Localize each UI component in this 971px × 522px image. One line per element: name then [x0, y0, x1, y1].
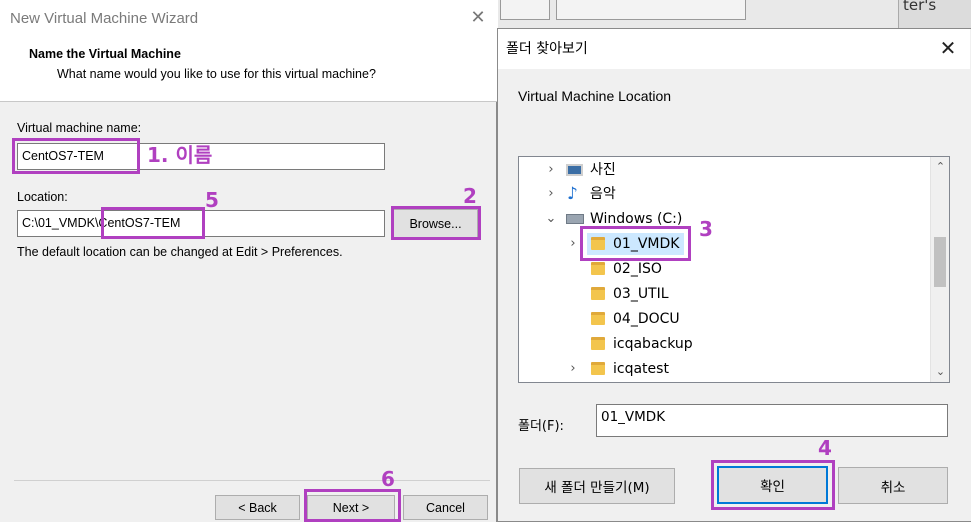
scroll-down-icon[interactable]: ⌄	[931, 365, 949, 378]
tree-item-label: 음악	[590, 186, 616, 202]
scroll-thumb[interactable]	[934, 237, 946, 287]
footer-divider	[14, 480, 490, 481]
highlight-box-location	[101, 207, 205, 239]
dialog-title: 폴더 찾아보기	[506, 41, 588, 57]
tree-item-label: 04_DOCU	[613, 311, 680, 327]
picture-icon	[566, 164, 583, 176]
back-button[interactable]: < Back	[215, 495, 300, 520]
new-folder-button[interactable]: 새 폴더 만들기(M)	[519, 468, 675, 504]
folder-icon	[591, 262, 605, 275]
tree-item-03-util[interactable]: 03_UTIL	[519, 282, 929, 306]
music-icon: ♪	[567, 184, 578, 204]
expand-arrow-icon[interactable]: ›	[565, 357, 581, 381]
highlight-box-vm-name	[12, 138, 140, 174]
annotation-6: 6	[381, 467, 395, 491]
location-label: Location:	[17, 190, 68, 204]
folder-icon	[591, 287, 605, 300]
folder-icon	[591, 362, 605, 375]
collapse-arrow-icon[interactable]: ⌄	[543, 207, 559, 231]
highlight-box-next	[304, 489, 401, 522]
page-heading: Name the Virtual Machine	[29, 47, 181, 61]
expand-arrow-icon[interactable]: ›	[565, 232, 581, 256]
dialog-close-icon[interactable]: ✕	[936, 36, 960, 60]
annotation-5: 5	[205, 188, 219, 212]
tree-item-pictures[interactable]: › 사진	[519, 158, 929, 182]
page-subheading: What name would you like to use for this…	[57, 67, 376, 81]
folder-icon	[591, 312, 605, 325]
tree-item-icqatest[interactable]: › icqatest	[519, 357, 929, 381]
highlight-box-01-vmdk	[580, 226, 691, 261]
tree-item-label: icqatest	[613, 361, 669, 377]
tree-item-label: 사진	[590, 162, 616, 178]
tree-item-music[interactable]: › ♪ 음악	[519, 182, 929, 206]
highlight-box-ok	[711, 460, 835, 510]
default-location-note: The default location can be changed at E…	[17, 245, 343, 259]
expand-arrow-icon[interactable]: ›	[543, 158, 559, 182]
folder-input[interactable]: 01_VMDK	[596, 404, 948, 437]
cancel-button[interactable]: Cancel	[403, 495, 488, 520]
tree-scrollbar[interactable]: ⌃ ⌄	[930, 157, 949, 382]
highlight-box-browse	[391, 206, 481, 240]
folder-label: 폴더(F):	[518, 419, 564, 434]
folder-tree[interactable]: › 사진 › ♪ 음악 ⌄ Windows (C:) › 01_VMDK 02_…	[518, 156, 950, 383]
dialog-cancel-button[interactable]: 취소	[838, 467, 948, 504]
drive-icon	[566, 214, 584, 224]
background-tab	[500, 0, 550, 20]
tree-item-icqabackup[interactable]: icqabackup	[519, 332, 929, 356]
tree-item-label: 03_UTIL	[613, 286, 669, 302]
annotation-1: 1. 이름	[147, 143, 213, 167]
tree-item-label: icqabackup	[613, 336, 693, 352]
wizard-close-icon[interactable]: ✕	[466, 6, 490, 30]
background-text: ter's	[903, 0, 937, 14]
vm-name-label: Virtual machine name:	[17, 121, 142, 135]
annotation-3: 3	[699, 217, 713, 241]
background-tab	[556, 0, 746, 20]
dialog-description: Virtual Machine Location	[518, 88, 672, 104]
annotation-2: 2	[463, 184, 477, 208]
annotation-4: 4	[818, 436, 832, 460]
tree-item-04-docu[interactable]: 04_DOCU	[519, 307, 929, 331]
wizard-title: New Virtual Machine Wizard	[10, 10, 199, 27]
expand-arrow-icon[interactable]: ›	[543, 182, 559, 206]
scroll-up-icon[interactable]: ⌃	[931, 160, 949, 173]
folder-icon	[591, 337, 605, 350]
